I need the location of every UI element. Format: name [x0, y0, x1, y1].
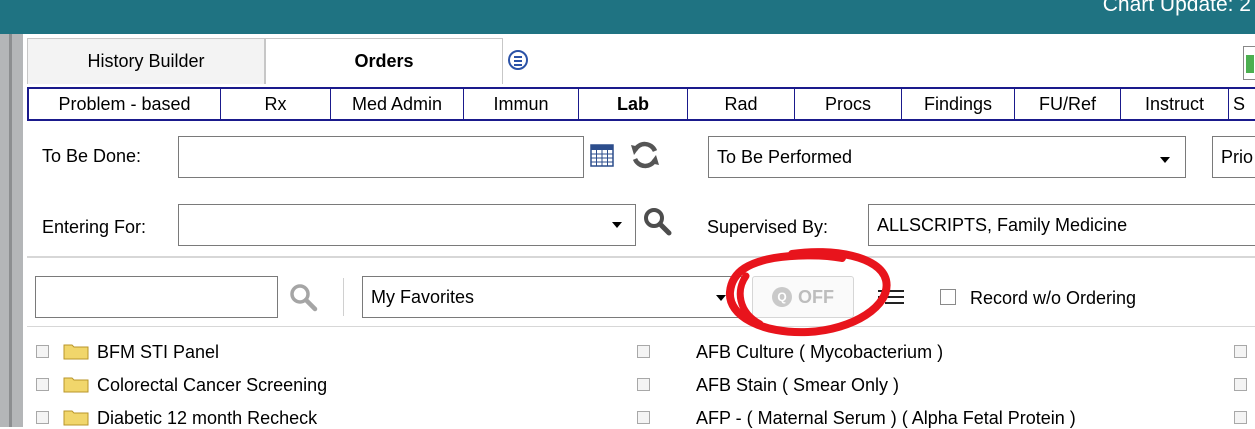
list-item[interactable]: BFM STI Panel: [97, 342, 219, 363]
tab-history-builder[interactable]: History Builder: [27, 38, 265, 84]
list-item-checkbox[interactable]: [36, 378, 49, 391]
tab-rx[interactable]: Rx: [221, 89, 331, 119]
red-circle-annotation: [725, 248, 891, 337]
tab-procs[interactable]: Procs: [795, 89, 902, 119]
supervised-by-value: ALLSCRIPTS, Family Medicine: [877, 214, 1128, 235]
tab-label: Findings: [923, 93, 993, 114]
folder-icon: [63, 377, 89, 393]
to-be-done-input[interactable]: [178, 136, 584, 178]
search-icon[interactable]: [642, 206, 672, 236]
divider: [27, 326, 1255, 327]
tab-immun[interactable]: Immun: [464, 89, 579, 119]
record-wo-ordering-label: Record w/o Ordering: [970, 288, 1137, 308]
left-splitter[interactable]: [0, 34, 23, 427]
favorites-value: My Favorites: [371, 286, 475, 307]
divider: [27, 256, 1255, 258]
tab-more[interactable]: S: [1229, 89, 1255, 119]
folder-icon: [63, 410, 89, 426]
list-item[interactable]: Colorectal Cancer Screening: [97, 375, 327, 396]
tab-rad[interactable]: Rad: [688, 89, 795, 119]
search-icon[interactable]: [288, 282, 318, 312]
to-be-done-label: To Be Done:: [42, 146, 142, 166]
tab-label: S: [1233, 93, 1246, 114]
tab-label: Immun: [493, 93, 549, 114]
supervised-by-dropdown[interactable]: ALLSCRIPTS, Family Medicine: [868, 204, 1255, 246]
chart-update-title: Chart Update: 2: [1102, 0, 1251, 16]
list-menu-icon[interactable]: [508, 50, 528, 70]
tab-label: Instruct: [1144, 93, 1205, 114]
tab-med-admin[interactable]: Med Admin: [331, 89, 464, 119]
list-item-checkbox[interactable]: [637, 378, 650, 391]
tab-history-builder-label: History Builder: [87, 51, 205, 71]
refresh-icon[interactable]: [629, 140, 661, 170]
entering-for-dropdown[interactable]: [178, 204, 636, 246]
tab-findings[interactable]: Findings: [902, 89, 1015, 119]
divider: [343, 278, 344, 316]
list-item-checkbox[interactable]: [36, 411, 49, 424]
status-dropdown[interactable]: To Be Performed: [708, 136, 1186, 178]
chevron-down-icon: [612, 222, 622, 228]
folder-icon: [63, 344, 89, 360]
list-item-checkbox[interactable]: [36, 345, 49, 358]
list-item[interactable]: AFB Stain ( Smear Only ): [696, 375, 899, 396]
entering-for-label: Entering For:: [42, 217, 147, 237]
priority-dropdown[interactable]: Prio: [1212, 136, 1255, 178]
tab-label: Procs: [824, 93, 871, 114]
supervised-by-label: Supervised By:: [707, 217, 829, 237]
add-icon[interactable]: [1243, 46, 1255, 80]
title-bar: [0, 0, 1255, 34]
tab-label: Problem - based: [58, 93, 191, 114]
list-item[interactable]: AFP - ( Maternal Serum ) ( Alpha Fetal P…: [696, 408, 1076, 429]
favorites-dropdown[interactable]: My Favorites: [362, 276, 742, 318]
tab-label: FU/Ref: [1038, 93, 1096, 114]
top-tab-strip: History Builder Orders: [27, 38, 1255, 84]
record-wo-ordering-checkbox[interactable]: [940, 289, 956, 305]
list-item-checkbox[interactable]: [1234, 411, 1247, 424]
list-item-checkbox[interactable]: [1234, 345, 1247, 358]
list-item[interactable]: Diabetic 12 month Recheck: [97, 408, 317, 429]
tab-lab[interactable]: Lab: [579, 89, 688, 119]
list-item-checkbox[interactable]: [637, 345, 650, 358]
tab-instruct[interactable]: Instruct: [1121, 89, 1229, 119]
search-input[interactable]: [35, 276, 278, 318]
tab-label: Lab: [616, 93, 649, 114]
tab-label: Med Admin: [351, 93, 443, 114]
order-type-tabs: Problem - based Rx Med Admin Immun Lab R…: [27, 87, 1255, 121]
status-value: To Be Performed: [717, 146, 853, 167]
list-item-checkbox[interactable]: [1234, 378, 1247, 391]
tab-label: Rad: [724, 93, 758, 114]
list-item[interactable]: AFB Culture ( Mycobacterium ): [696, 342, 943, 363]
calendar-icon[interactable]: [590, 143, 614, 167]
tab-problem-based[interactable]: Problem - based: [27, 89, 221, 119]
tab-label: Rx: [264, 93, 287, 114]
chevron-down-icon: [1160, 157, 1170, 163]
tab-orders[interactable]: Orders: [265, 38, 503, 84]
tab-orders-label: Orders: [354, 51, 414, 71]
list-item-checkbox[interactable]: [637, 411, 650, 424]
tab-fu-ref[interactable]: FU/Ref: [1015, 89, 1121, 119]
